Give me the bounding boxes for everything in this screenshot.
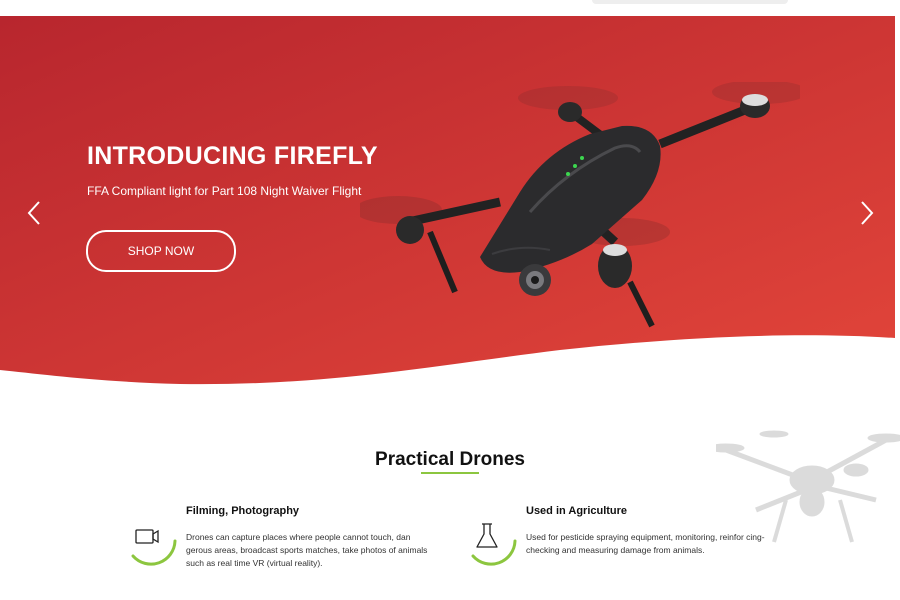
feature-description: Drones can capture places where people c… — [186, 532, 428, 568]
slider-next-button[interactable] — [853, 198, 879, 228]
feature-title: Used in Agriculture — [526, 505, 628, 517]
feature-description: Used for pesticide spraying equipment, m… — [526, 532, 765, 555]
feature-icon-badge — [465, 511, 521, 567]
slider-prev-button[interactable] — [22, 198, 48, 228]
drone-image — [360, 82, 800, 328]
title-underline — [421, 472, 479, 474]
shop-now-button[interactable]: SHOP NOW — [86, 230, 236, 272]
hero-slider: INTRODUCING FIREFLY FFA Compliant light … — [0, 16, 900, 400]
feature-title: Filming, Photography — [186, 505, 300, 517]
feature-icon-badge — [125, 511, 181, 567]
top-bar — [0, 0, 900, 16]
chevron-right-icon — [861, 201, 874, 225]
video-camera-icon — [131, 529, 177, 566]
chevron-left-icon — [27, 201, 40, 225]
flask-icon — [471, 523, 517, 566]
hero-subtitle: FFA Compliant light for Part 108 Night W… — [87, 184, 362, 198]
top-bar-decoration — [592, 0, 788, 4]
hero-title: INTRODUCING FIREFLY — [87, 142, 378, 170]
